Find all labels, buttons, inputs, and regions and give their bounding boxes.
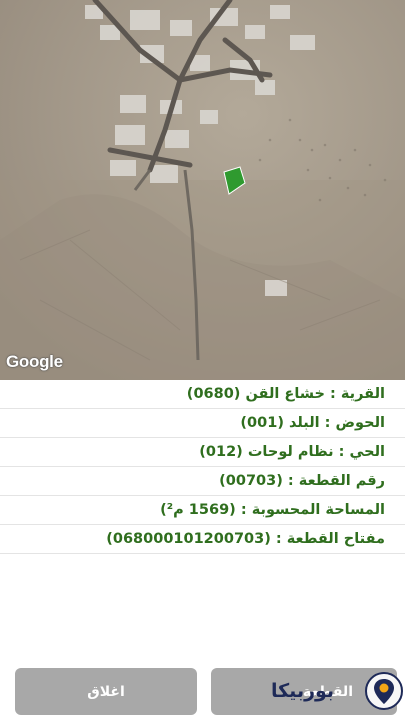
basin-label: الحوض bbox=[335, 415, 385, 431]
neighborhood-label: الحي bbox=[349, 444, 385, 460]
neighborhood-row: الحي : نظام لوحات (012) bbox=[0, 438, 405, 467]
village-row: القرية : خشاع القن (0680) bbox=[0, 380, 405, 409]
village-value: خشاع القن (0680) bbox=[186, 386, 325, 402]
area-label: المساحة المحسوبة bbox=[251, 502, 385, 518]
parcel-key-value: (068000101200703) bbox=[106, 531, 271, 547]
area-row: المساحة المحسوبة : (1569 م²) bbox=[0, 496, 405, 525]
neighborhood-value: نظام لوحات (012) bbox=[199, 444, 334, 460]
area-value: (1569 م²) bbox=[160, 502, 236, 518]
parcel-key-label: مفتاح القطعة bbox=[286, 531, 385, 547]
satellite-map[interactable]: Google bbox=[0, 0, 405, 380]
map-imagery bbox=[0, 0, 405, 380]
map-pin-logo-icon bbox=[365, 672, 403, 710]
brand-logo: بوربيكا bbox=[263, 671, 403, 711]
close-button[interactable]: اغلاق bbox=[15, 668, 197, 715]
basin-row: الحوض : البلد (001) bbox=[0, 409, 405, 438]
google-attribution: Google bbox=[6, 352, 63, 371]
parcel-info-panel: القرية : خشاع القن (0680) الحوض : البلد … bbox=[0, 380, 405, 554]
parcel-number-label: رقم القطعة bbox=[298, 473, 385, 489]
parcel-number-value: (00703) bbox=[219, 473, 283, 489]
parcel-key-row: مفتاح القطعة : (068000101200703) bbox=[0, 525, 405, 554]
brand-logo-text: بوربيكا bbox=[271, 680, 335, 702]
basin-value: البلد (001) bbox=[240, 415, 320, 431]
village-label: القرية bbox=[340, 386, 385, 402]
parcel-number-row: رقم القطعة : (00703) bbox=[0, 467, 405, 496]
